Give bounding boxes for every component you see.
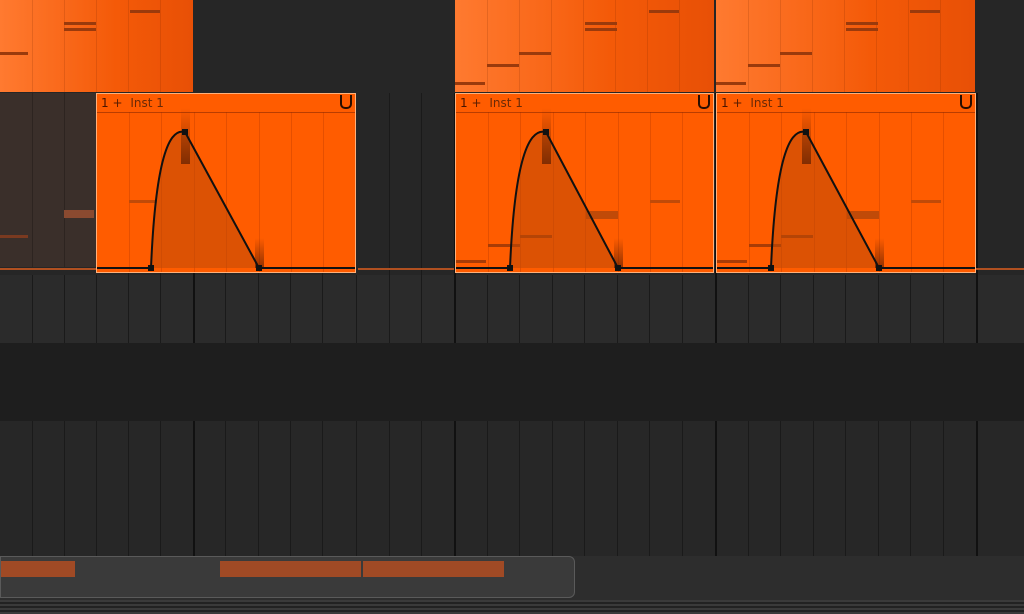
midi-clip-dimmed[interactable] [0, 93, 96, 267]
midi-note[interactable] [780, 52, 812, 55]
automation-point[interactable] [803, 129, 809, 135]
automation-line[interactable] [0, 268, 96, 270]
midi-note[interactable] [585, 28, 617, 31]
midi-note[interactable] [585, 22, 617, 25]
automation-point[interactable] [543, 129, 549, 135]
automation-point[interactable] [876, 265, 882, 271]
midi-note[interactable] [64, 22, 96, 25]
midi-note[interactable] [748, 64, 780, 67]
midi-note[interactable] [846, 28, 878, 31]
midi-note[interactable] [64, 210, 94, 218]
automation-clip[interactable]: 1 + Inst 1 [716, 93, 976, 273]
midi-note[interactable] [487, 64, 519, 67]
automation-clip[interactable]: 1 + Inst 1 [96, 93, 356, 273]
midi-clip[interactable] [716, 0, 975, 92]
midi-note[interactable] [716, 82, 746, 85]
automation-line[interactable] [976, 268, 1024, 270]
automation-point[interactable] [768, 265, 774, 271]
midi-note[interactable] [64, 28, 96, 31]
midi-clip[interactable] [455, 0, 714, 92]
midi-note[interactable] [455, 82, 485, 85]
automation-clip[interactable]: 1 + Inst 1 [455, 93, 714, 273]
midi-clip[interactable] [0, 0, 193, 92]
track-lane[interactable] [0, 421, 1024, 488]
overview-clip [220, 561, 361, 577]
arrangement-overview-scrollbar[interactable] [0, 556, 575, 598]
overview-clip [363, 561, 504, 577]
automation-point[interactable] [182, 129, 188, 135]
automation-envelope[interactable] [97, 94, 356, 273]
automation-envelope[interactable] [456, 94, 714, 273]
track-lane[interactable] [0, 275, 1024, 343]
midi-note[interactable] [649, 10, 679, 13]
automation-point[interactable] [507, 265, 513, 271]
track-separator [0, 343, 1024, 421]
midi-note[interactable] [910, 10, 940, 13]
midi-note[interactable] [130, 10, 160, 13]
automation-point[interactable] [615, 265, 621, 271]
automation-envelope[interactable] [717, 94, 976, 273]
midi-note[interactable] [0, 52, 28, 55]
automation-line[interactable] [358, 268, 454, 270]
overview-clip [1, 561, 75, 577]
midi-note[interactable] [519, 52, 551, 55]
midi-note[interactable] [846, 22, 878, 25]
automation-point[interactable] [148, 265, 154, 271]
midi-note[interactable] [0, 235, 28, 238]
automation-point[interactable] [256, 265, 262, 271]
divider [0, 600, 1024, 614]
track-lane[interactable] [0, 488, 1024, 556]
